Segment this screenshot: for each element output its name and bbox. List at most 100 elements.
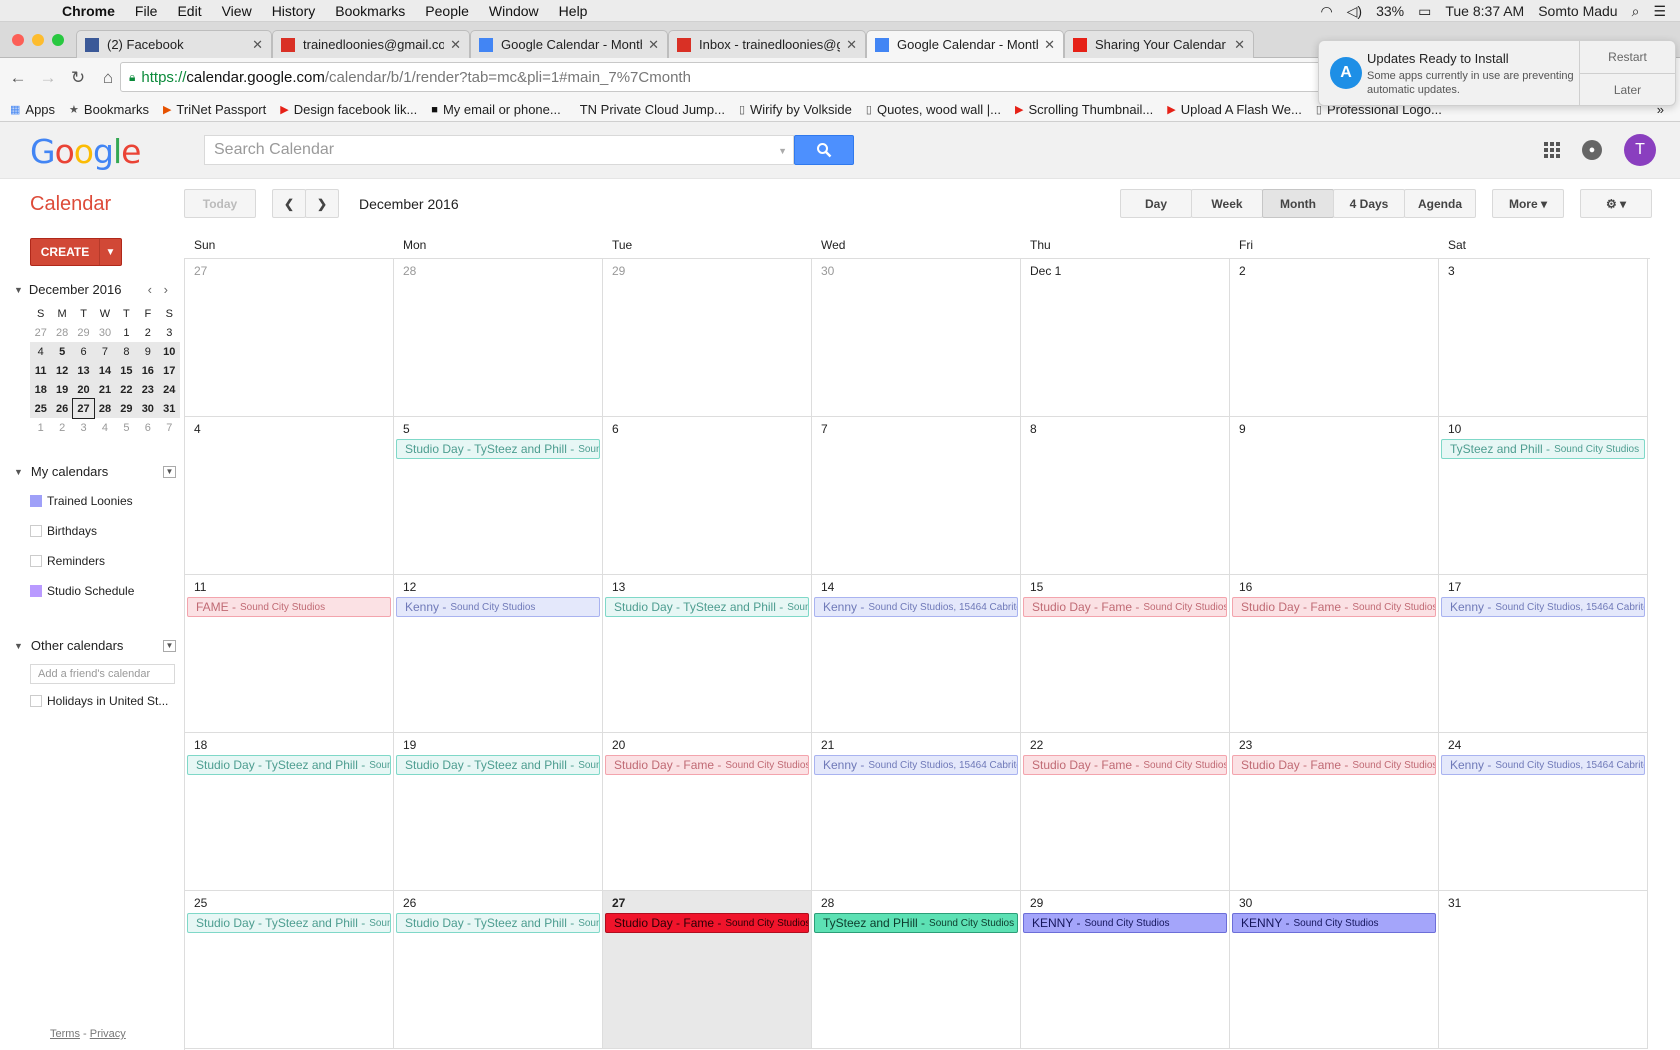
mini-day[interactable]: 3 [159, 323, 180, 342]
view-agenda-button[interactable]: Agenda [1404, 189, 1476, 218]
notification-center-icon[interactable]: ☰ [1653, 3, 1666, 20]
home-icon[interactable]: ⌂ [96, 68, 120, 88]
day-number[interactable]: 30 [1239, 896, 1252, 910]
day-cell[interactable]: 27 Studio Day - Fame - Sound City Studios [603, 891, 812, 1049]
battery-icon[interactable]: ▭ [1418, 3, 1431, 20]
bookmark-item[interactable]: TN Private Cloud Jump... [575, 102, 725, 117]
day-cell[interactable]: 30 KENNY - Sound City Studios [1230, 891, 1439, 1049]
menu-edit[interactable]: Edit [167, 3, 211, 19]
mini-day[interactable]: 26 [51, 399, 73, 418]
mini-day[interactable]: 27 [71, 398, 96, 419]
day-cell[interactable]: 17 Kenny - Sound City Studios, 15464 Cabr… [1439, 575, 1648, 733]
day-cell[interactable]: 29 [603, 259, 812, 417]
create-dropdown-icon[interactable]: ▼ [99, 239, 121, 265]
day-number[interactable]: 22 [1030, 738, 1043, 752]
day-cell[interactable]: 22 Studio Day - Fame - Sound City Studios [1021, 733, 1230, 891]
mini-day[interactable]: 14 [94, 361, 116, 380]
day-cell[interactable]: 10 TySteez and Phill - Sound City Studios [1439, 417, 1648, 575]
browser-tab[interactable]: Google Calendar - Month of ✕ [470, 30, 668, 58]
calendar-event[interactable]: KENNY - Sound City Studios [1023, 913, 1227, 933]
minimize-window-icon[interactable] [32, 34, 44, 46]
mini-day[interactable]: 4 [94, 418, 115, 437]
day-cell[interactable]: 16 Studio Day - Fame - Sound City Studios [1230, 575, 1439, 733]
mini-calendar-title[interactable]: December 2016 [29, 282, 122, 297]
terms-link[interactable]: Terms [50, 1028, 80, 1040]
calendar-event[interactable]: Studio Day - Fame - Sound City Studios [1232, 755, 1436, 775]
day-number[interactable]: 23 [1239, 738, 1252, 752]
mini-day[interactable]: 2 [51, 418, 72, 437]
calendar-event[interactable]: Studio Day - Fame - Sound City Studios [605, 913, 809, 933]
day-number[interactable]: 28 [821, 896, 834, 910]
day-cell[interactable]: 20 Studio Day - Fame - Sound City Studios [603, 733, 812, 891]
mini-day[interactable]: 18 [30, 380, 52, 399]
day-cell[interactable]: 13 Studio Day - TySteez and Phill - Sound… [603, 575, 812, 733]
calendar-event[interactable]: Studio Day - Fame - Sound City Studios [605, 755, 809, 775]
more-button[interactable]: More ▾ [1492, 189, 1564, 218]
mini-day[interactable]: 15 [115, 361, 138, 380]
calendar-event[interactable]: TySteez and Phill - Sound City Studios [1441, 439, 1645, 459]
mini-day[interactable]: 9 [137, 342, 159, 361]
settings-button[interactable]: ⚙ ▾ [1580, 189, 1652, 218]
day-number[interactable]: 7 [821, 422, 828, 436]
day-cell[interactable]: 28 TySteez and PHill - Sound City Studios [812, 891, 1021, 1049]
other-calendars-menu-icon[interactable]: ▼ [163, 639, 176, 652]
bookmark-item[interactable]: ▶ TriNet Passport [163, 102, 266, 117]
mini-day[interactable]: 7 [159, 418, 180, 437]
day-number[interactable]: 9 [1239, 422, 1246, 436]
calendar-item[interactable]: Birthdays [30, 524, 97, 538]
calendar-event[interactable]: Studio Day - TySteez and Phill - Sound C… [396, 439, 600, 459]
day-number[interactable]: 21 [821, 738, 834, 752]
browser-tab[interactable]: trainedloonies@gmail.com ✕ [272, 30, 470, 58]
mini-day[interactable]: 7 [94, 342, 116, 361]
browser-tab[interactable]: Sharing Your Calendar wi ✕ [1064, 30, 1254, 58]
back-icon[interactable]: ← [6, 68, 30, 88]
battery-percent[interactable]: 33% [1376, 3, 1404, 19]
day-number[interactable]: 17 [1448, 580, 1461, 594]
view-week-button[interactable]: Week [1191, 189, 1263, 218]
forward-icon[interactable]: → [36, 68, 60, 88]
bookmark-item[interactable]: ▶ Design facebook lik... [280, 102, 417, 117]
calendar-event[interactable]: Studio Day - TySteez and Phill - Sound C… [187, 755, 391, 775]
calendar-item[interactable]: Reminders [30, 554, 105, 568]
day-cell[interactable]: 29 KENNY - Sound City Studios [1021, 891, 1230, 1049]
mini-day[interactable]: 31 [158, 399, 180, 418]
day-number[interactable]: Dec 1 [1030, 264, 1061, 278]
mini-day[interactable]: 17 [158, 361, 180, 380]
day-cell[interactable]: 24 Kenny - Sound City Studios, 15464 Cabr… [1439, 733, 1648, 891]
clock[interactable]: Tue 8:37 AM [1445, 3, 1524, 19]
day-cell[interactable]: 12 Kenny - Sound City Studios [394, 575, 603, 733]
day-number[interactable]: 28 [403, 264, 416, 278]
day-cell[interactable]: 15 Studio Day - Fame - Sound City Studios [1021, 575, 1230, 733]
calendar-event[interactable]: Studio Day - Fame - Sound City Studios [1023, 755, 1227, 775]
mini-day[interactable]: 12 [51, 361, 73, 380]
close-tab-icon[interactable]: ✕ [1234, 37, 1245, 53]
next-period-button[interactable]: ❯ [305, 189, 339, 218]
calendar-item[interactable]: Trained Loonies [30, 494, 133, 508]
menu-file[interactable]: File [125, 3, 168, 19]
browser-tab[interactable]: Google Calendar - Month of ✕ [866, 30, 1064, 58]
day-cell[interactable]: 26 Studio Day - TySteez and Phill - Sound… [394, 891, 603, 1049]
view-month-button[interactable]: Month [1262, 189, 1334, 218]
menu-view[interactable]: View [212, 3, 262, 19]
mini-day[interactable]: 27 [30, 323, 51, 342]
bookmark-item[interactable]: ■ My email or phone... [431, 102, 560, 117]
calendar-event[interactable]: FAME - Sound City Studios [187, 597, 391, 617]
mini-day[interactable]: 30 [137, 399, 159, 418]
close-tab-icon[interactable]: ✕ [846, 37, 857, 53]
wifi-icon[interactable]: ◠ [1320, 3, 1332, 20]
day-cell[interactable]: 18 Studio Day - TySteez and Phill - Sound… [185, 733, 394, 891]
day-cell[interactable]: 6 [603, 417, 812, 575]
day-number[interactable]: 16 [1239, 580, 1252, 594]
day-cell[interactable]: 8 [1021, 417, 1230, 575]
day-cell[interactable]: 7 [812, 417, 1021, 575]
bookmark-item[interactable]: ★ Bookmarks [69, 102, 149, 117]
mini-day[interactable]: 6 [137, 418, 158, 437]
day-cell[interactable]: 3 [1439, 259, 1648, 417]
search-input[interactable]: Search Calendar ▼ [204, 135, 794, 165]
day-number[interactable]: 8 [1030, 422, 1037, 436]
reload-icon[interactable]: ↻ [66, 68, 90, 88]
calendar-event[interactable]: KENNY - Sound City Studios [1232, 913, 1436, 933]
mini-day[interactable]: 25 [30, 399, 52, 418]
collapse-triangle-icon[interactable]: ▼ [14, 467, 23, 477]
day-number[interactable]: 20 [612, 738, 625, 752]
